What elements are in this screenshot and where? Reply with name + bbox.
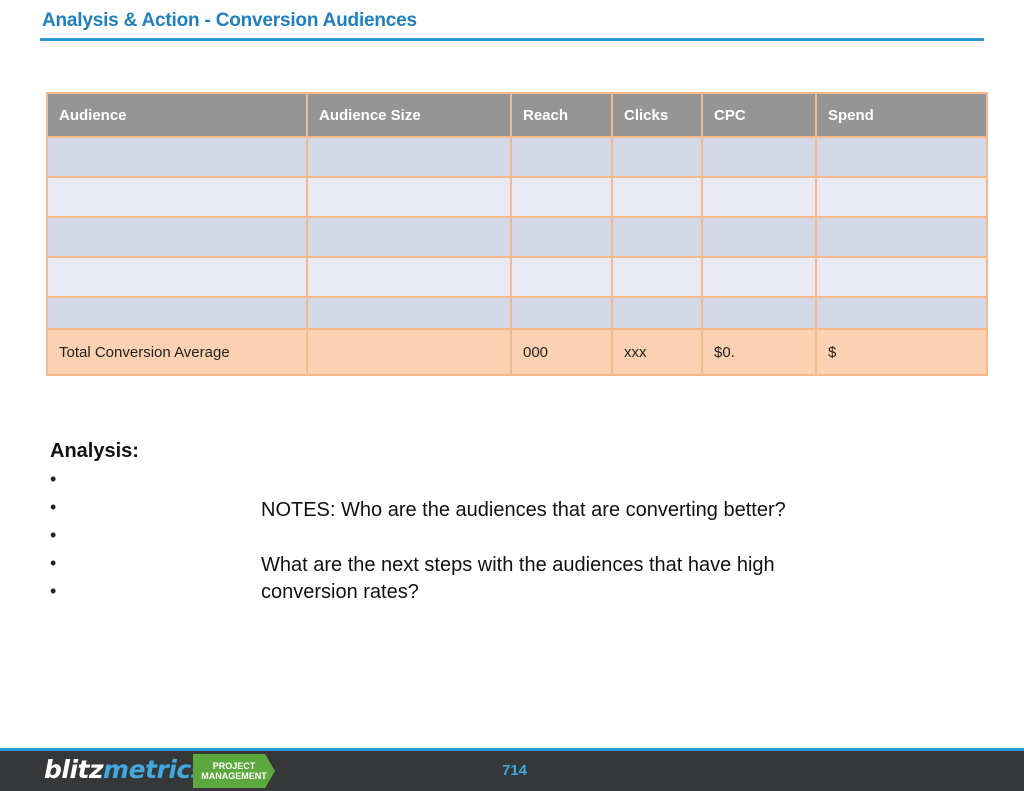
column-header-clicks: Clicks <box>611 92 703 138</box>
page-number: 714 <box>502 762 528 779</box>
table-cell <box>510 216 613 258</box>
table-cell <box>306 216 512 258</box>
table-cell <box>306 296 512 330</box>
total-cpc: $0. <box>701 328 817 376</box>
table-row <box>46 176 988 218</box>
table-cell <box>46 296 308 330</box>
table-cell <box>611 256 703 298</box>
total-audience-size <box>306 328 512 376</box>
title-underline <box>40 38 984 41</box>
column-header-cpc: CPC <box>701 92 817 138</box>
table-cell <box>510 176 613 218</box>
column-header-spend: Spend <box>815 92 988 138</box>
table-row <box>46 216 988 258</box>
table-cell <box>510 136 613 178</box>
logo-word-blitz: blitz <box>44 755 104 784</box>
table-cell <box>815 176 988 218</box>
total-row: Total Conversion Average 000 xxx $0. $ <box>46 328 988 376</box>
table-row <box>46 296 988 330</box>
total-clicks: xxx <box>611 328 703 376</box>
table-cell <box>46 216 308 258</box>
blitzmetrics-logo: blitzmetrics <box>44 755 206 784</box>
list-item <box>50 551 56 579</box>
footer-bar: blitzmetrics PROJECT MANAGEMENT 714 <box>0 751 1024 791</box>
table-cell <box>306 176 512 218</box>
table-cell <box>611 296 703 330</box>
notes-paragraph-1: NOTES: Who are the audiences that are co… <box>261 499 786 521</box>
table-cell <box>815 136 988 178</box>
list-item <box>50 523 56 551</box>
column-header-audience-size: Audience Size <box>306 92 512 138</box>
badge-line-1: PROJECT <box>212 761 256 771</box>
table-cell <box>306 256 512 298</box>
total-spend: $ <box>815 328 988 376</box>
badge-line-2: MANAGEMENT <box>201 771 267 781</box>
table-cell <box>701 296 817 330</box>
project-management-badge: PROJECT MANAGEMENT <box>193 754 275 788</box>
column-header-audience: Audience <box>46 92 308 138</box>
table-cell <box>306 136 512 178</box>
table-cell <box>611 136 703 178</box>
table-cell <box>701 256 817 298</box>
table-row <box>46 256 988 298</box>
list-item <box>50 467 56 495</box>
notes-text: NOTES: Who are the audiences that are co… <box>261 497 791 634</box>
analysis-heading: Analysis: <box>50 440 139 462</box>
table-cell <box>46 136 308 178</box>
table-cell <box>815 216 988 258</box>
slide-title: Analysis & Action - Conversion Audiences <box>42 10 417 31</box>
table-cell <box>815 256 988 298</box>
table-row <box>46 136 988 178</box>
table-cell <box>611 216 703 258</box>
table-cell <box>611 176 703 218</box>
table-header-row: Audience Audience Size Reach Clicks CPC … <box>46 92 988 138</box>
notes-paragraph-2: What are the next steps with the audienc… <box>261 554 775 603</box>
list-item <box>50 495 56 523</box>
analysis-bullet-list <box>50 467 56 607</box>
logo-word-metrics: metrics <box>103 755 206 784</box>
table-cell <box>510 296 613 330</box>
table-cell <box>701 136 817 178</box>
list-item <box>50 579 56 607</box>
total-reach: 000 <box>510 328 613 376</box>
total-label: Total Conversion Average <box>46 328 308 376</box>
table-cell <box>815 296 988 330</box>
table-cell <box>701 176 817 218</box>
table-cell <box>46 256 308 298</box>
column-header-reach: Reach <box>510 92 613 138</box>
table-cell <box>510 256 613 298</box>
conversion-audiences-table: Audience Audience Size Reach Clicks CPC … <box>46 92 988 376</box>
table-cell <box>701 216 817 258</box>
table-cell <box>46 176 308 218</box>
